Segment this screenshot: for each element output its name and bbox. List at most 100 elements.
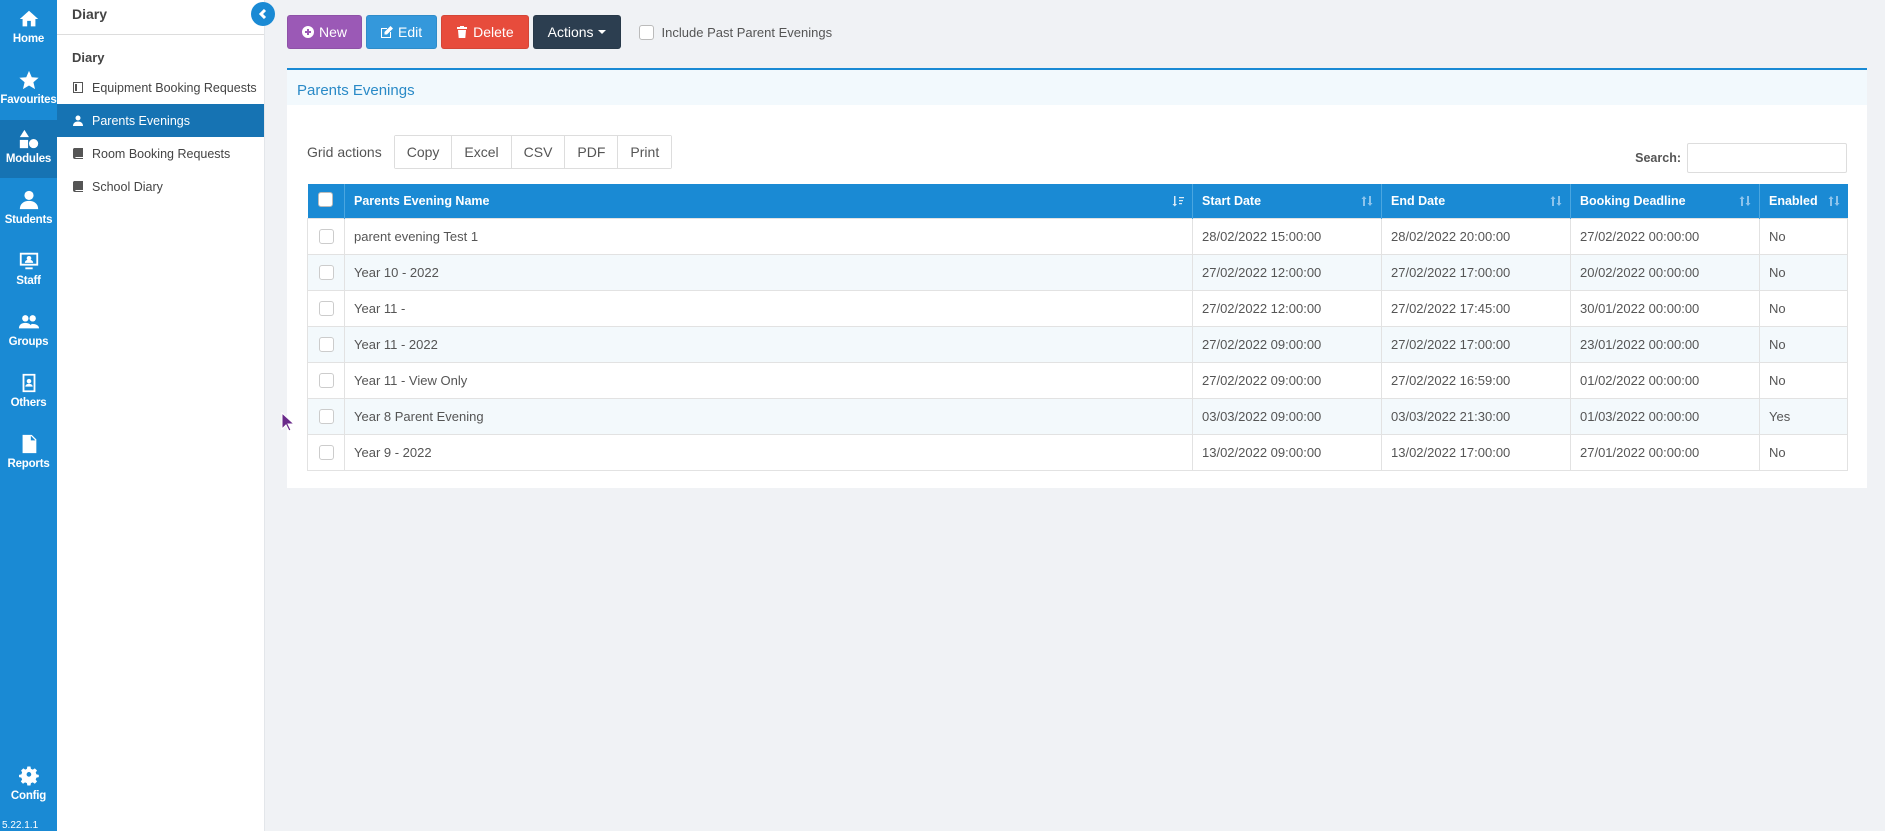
actions-dropdown[interactable]: Actions: [532, 15, 621, 49]
row-checkbox[interactable]: [318, 445, 334, 461]
select-all-cell: [307, 184, 345, 218]
row-checkbox[interactable]: [318, 301, 334, 317]
sidebar-item-room-booking[interactable]: Room Booking Requests: [57, 137, 264, 170]
cell-start-date: 03/03/2022 09:00:00: [1192, 397, 1382, 435]
sidebar-item-equipment-booking[interactable]: Equipment Booking Requests: [57, 71, 264, 104]
cell-start-date: 13/02/2022 09:00:00: [1192, 433, 1382, 471]
cell-enabled: No: [1759, 289, 1848, 327]
row-checkbox[interactable]: [318, 409, 334, 425]
table-row[interactable]: Year 10 - 2022 27/02/2022 12:00:00 27/02…: [307, 253, 1848, 291]
row-select-cell: [307, 217, 345, 255]
row-checkbox[interactable]: [318, 373, 334, 389]
new-button-label: New: [319, 24, 348, 40]
table-row[interactable]: parent evening Test 1 28/02/2022 15:00:0…: [307, 217, 1848, 255]
row-select-cell: [307, 361, 345, 399]
cell-start-date: 27/02/2022 12:00:00: [1192, 289, 1382, 327]
rail-label: Modules: [5, 153, 52, 165]
rail-item-home[interactable]: Home: [0, 0, 57, 58]
search-label: Search:: [1635, 151, 1681, 165]
cell-enabled: No: [1759, 325, 1848, 363]
cell-name: Year 8 Parent Evening: [344, 397, 1193, 435]
column-header-label: Enabled: [1769, 193, 1818, 208]
gear-icon: [18, 766, 39, 786]
trash-icon: [457, 26, 468, 38]
rail-item-staff[interactable]: Staff: [0, 242, 57, 300]
caret-down-icon: [597, 30, 606, 34]
cell-booking-deadline: 30/01/2022 00:00:00: [1570, 289, 1760, 327]
cell-booking-deadline: 01/02/2022 00:00:00: [1570, 361, 1760, 399]
rail-label: Others: [10, 397, 47, 409]
column-header-enabled[interactable]: Enabled: [1759, 184, 1848, 218]
table-row[interactable]: Year 11 - 27/02/2022 12:00:00 27/02/2022…: [307, 289, 1848, 327]
grid-actions-buttons: Copy Excel CSV PDF Print: [393, 135, 673, 169]
rail-item-students[interactable]: Students: [0, 181, 57, 239]
rail-item-groups[interactable]: Groups: [0, 303, 57, 361]
book-icon: [73, 148, 83, 159]
rail-item-reports[interactable]: Reports: [0, 425, 57, 483]
table-row[interactable]: Year 9 - 2022 13/02/2022 09:00:00 13/02/…: [307, 433, 1848, 471]
delete-button-label: Delete: [473, 24, 514, 40]
column-header-end-date[interactable]: End Date: [1381, 184, 1571, 218]
include-past-checkbox[interactable]: [638, 24, 654, 40]
column-header-label: Booking Deadline: [1580, 193, 1686, 208]
delete-button[interactable]: Delete: [441, 15, 529, 49]
rail-label: Groups: [8, 336, 49, 348]
search-input[interactable]: [1687, 143, 1847, 173]
rail-item-modules[interactable]: Modules: [0, 120, 57, 178]
cell-enabled: No: [1759, 361, 1848, 399]
user-icon: [19, 190, 38, 210]
rail-item-favourites[interactable]: Favourites: [0, 61, 57, 119]
cell-name: parent evening Test 1: [344, 217, 1193, 255]
cell-end-date: 27/02/2022 17:00:00: [1381, 325, 1571, 363]
cell-start-date: 27/02/2022 12:00:00: [1192, 253, 1382, 291]
table-row[interactable]: Year 11 - View Only 27/02/2022 09:00:00 …: [307, 361, 1848, 399]
include-past-toggle[interactable]: Include Past Parent Evenings: [638, 24, 832, 40]
rail-label: Reports: [7, 458, 50, 470]
cell-booking-deadline: 01/03/2022 00:00:00: [1570, 397, 1760, 435]
sidebar-item-label: Equipment Booking Requests: [92, 80, 257, 95]
shapes-icon: [19, 129, 38, 149]
rail-item-config[interactable]: Config: [0, 757, 57, 815]
staff-icon: [19, 252, 38, 270]
sort-icon: [1828, 196, 1839, 206]
mouse-pointer-icon: [281, 412, 295, 432]
search-box: Search:: [1635, 143, 1847, 173]
cell-booking-deadline: 20/02/2022 00:00:00: [1570, 253, 1760, 291]
sidebar-item-parents-evenings[interactable]: Parents Evenings: [57, 104, 264, 137]
rail-label: Config: [10, 790, 47, 802]
edit-button[interactable]: Edit: [366, 15, 438, 49]
sidebar-item-school-diary[interactable]: School Diary: [57, 170, 264, 203]
sort-icon: [1361, 196, 1373, 206]
cell-start-date: 27/02/2022 09:00:00: [1192, 361, 1382, 399]
row-checkbox[interactable]: [318, 229, 334, 245]
select-all-checkbox[interactable]: [318, 191, 334, 207]
edit-icon: [381, 26, 394, 38]
copy-button[interactable]: Copy: [394, 136, 453, 168]
pdf-button[interactable]: PDF: [565, 136, 619, 168]
parents-evenings-panel: Parents Evenings Grid actions Copy Excel…: [287, 68, 1867, 488]
rail-label: Home: [12, 33, 45, 45]
cell-name: Year 11 - 2022: [344, 325, 1193, 363]
excel-button[interactable]: Excel: [452, 136, 512, 168]
column-header-start-date[interactable]: Start Date: [1192, 184, 1382, 218]
table-header-row: Parents Evening Name Start Date End Date…: [307, 184, 1848, 218]
new-button[interactable]: New: [287, 15, 363, 49]
column-header-booking-deadline[interactable]: Booking Deadline: [1570, 184, 1760, 218]
row-select-cell: [307, 289, 345, 327]
table-row[interactable]: Year 8 Parent Evening 03/03/2022 09:00:0…: [307, 397, 1848, 435]
rail-item-others[interactable]: Others: [0, 364, 57, 422]
table-row[interactable]: Year 11 - 2022 27/02/2022 09:00:00 27/02…: [307, 325, 1848, 363]
cell-enabled: No: [1759, 217, 1848, 255]
column-header-name[interactable]: Parents Evening Name: [344, 184, 1193, 218]
print-button[interactable]: Print: [618, 136, 672, 168]
column-header-label: Start Date: [1202, 193, 1262, 208]
cell-enabled: No: [1759, 253, 1848, 291]
row-checkbox[interactable]: [318, 265, 334, 281]
sidebar-item-label: School Diary: [92, 179, 163, 194]
version-label: 5.22.1.1: [2, 820, 39, 831]
csv-button[interactable]: CSV: [511, 136, 566, 168]
row-checkbox[interactable]: [318, 337, 334, 353]
sidebar-header: Diary: [57, 0, 264, 35]
collapse-sidebar-button[interactable]: [251, 2, 275, 26]
cell-end-date: 27/02/2022 17:45:00: [1381, 289, 1571, 327]
